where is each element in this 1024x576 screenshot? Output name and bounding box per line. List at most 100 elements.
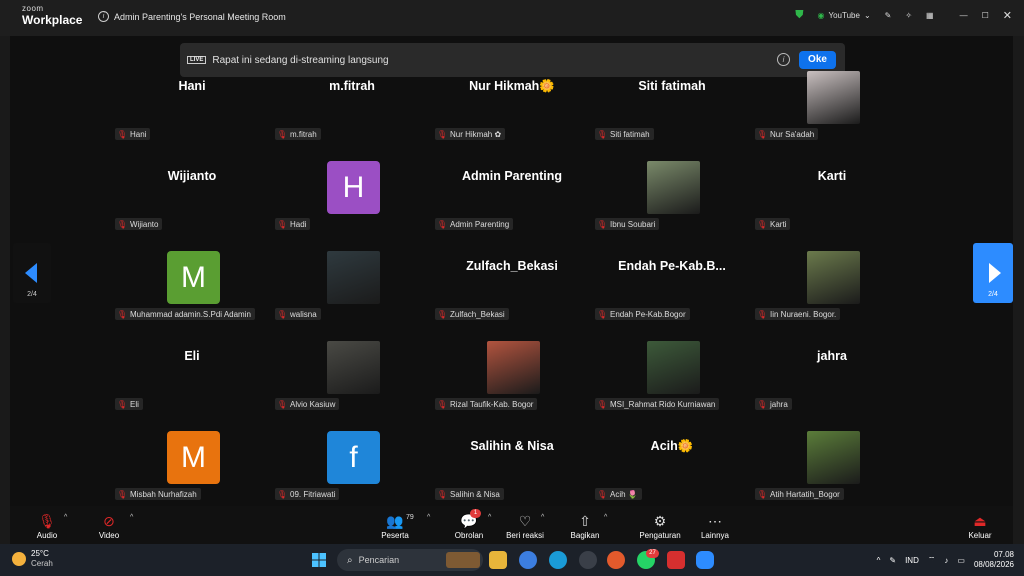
taskbar-search[interactable]: ⌕ Pencarian	[337, 549, 483, 571]
date: 08/08/2026	[973, 560, 1014, 569]
edge-icon[interactable]	[549, 551, 567, 569]
language-indicator[interactable]: IND	[905, 556, 919, 565]
participants-count: 79	[406, 514, 414, 521]
zoom-app-icon[interactable]	[696, 551, 714, 569]
maximize-button[interactable]: ☐	[982, 11, 989, 20]
next-page-button[interactable]: 2/4	[973, 243, 1013, 303]
close-button[interactable]: ✕	[1003, 9, 1012, 22]
audio-button[interactable]: 🎙 Audio	[33, 506, 61, 544]
participant-tile[interactable]: Salihin & Nisa 🎙 Salihin & Nisa	[432, 400, 592, 500]
gear-icon: ⚙	[653, 513, 667, 529]
volume-icon[interactable]: ♪	[944, 556, 948, 565]
participants-label: Peserta	[381, 531, 409, 540]
copilot-icon[interactable]	[519, 551, 537, 569]
participant-photo	[807, 251, 860, 304]
participant-tile[interactable]: f 🎙 09. Fitriawati	[272, 400, 432, 500]
participant-display-name: Acih🌼	[650, 439, 694, 453]
minimize-button[interactable]: —	[960, 11, 968, 20]
clock[interactable]: 07.08 08/08/2026	[974, 550, 1014, 570]
participant-name-label: 🎙 Atih Hartatih_Bogor	[755, 488, 844, 500]
participant-photo	[647, 341, 700, 394]
participant-display-name: Karti	[817, 169, 847, 183]
reactions-caret-icon[interactable]: ^	[541, 514, 544, 521]
participant-tile[interactable]: 🎙 Iin Nuraeni. Bogor.	[752, 220, 912, 320]
participant-tile[interactable]: M 🎙 Misbah Nurhafizah	[112, 400, 272, 500]
participant-tile[interactable]: m.fitrah 🎙 m.fitrah	[272, 40, 432, 140]
mic-muted-icon: 🎙	[597, 489, 608, 499]
arrow-right-icon	[989, 263, 1001, 283]
youtube-stream-button[interactable]: ◉ YouTube ⌄	[818, 11, 871, 20]
audio-caret-icon[interactable]: ^	[64, 514, 67, 521]
participant-name-label: 🎙 09. Fitriawati	[275, 488, 340, 500]
reactions-label: Beri reaksi	[506, 531, 544, 540]
participant-tile[interactable]: 🎙 Nur Sa'adah	[752, 40, 912, 140]
participant-tile[interactable]: Siti fatimah 🎙 Siti fatimah	[592, 40, 752, 140]
firefox-icon[interactable]	[607, 551, 625, 569]
file-explorer-icon[interactable]	[489, 551, 507, 569]
media-player-icon[interactable]	[579, 551, 597, 569]
pen-icon[interactable]: ✎	[889, 556, 896, 565]
participant-avatar: H	[327, 161, 380, 214]
participant-tile[interactable]: Karti 🎙 Karti	[752, 130, 912, 230]
participant-tile[interactable]: 🎙 Rizal Taufik-Kab. Bogor	[432, 310, 592, 410]
participant-tile[interactable]: Eli 🎙 Eli	[112, 310, 272, 410]
participant-display-name: Salihin & Nisa	[470, 439, 554, 453]
settings-button[interactable]: ⚙ Pengaturan	[638, 506, 682, 544]
youtube-label: YouTube	[828, 11, 860, 20]
participant-tile[interactable]: 🎙 Ibnu Soubari	[592, 130, 752, 230]
wifi-icon[interactable]: ⌔	[928, 555, 936, 565]
chevron-up-icon[interactable]: ^	[877, 556, 881, 565]
participant-tile[interactable]: 🎙 walisna	[272, 220, 432, 320]
mic-muted-icon: 🎙	[277, 489, 288, 499]
participant-tile[interactable]: H 🎙 Hadi	[272, 130, 432, 230]
broadcast-icon: ◉	[817, 11, 825, 20]
meeting-title-text: Admin Parenting's Personal Meeting Room	[114, 11, 286, 22]
participant-display-name: jahra	[817, 349, 847, 363]
meeting-title[interactable]: i Admin Parenting's Personal Meeting Roo…	[98, 11, 286, 22]
participant-display-name: Siti fatimah	[638, 79, 706, 93]
participant-name-text: Acih 🌷	[610, 489, 638, 499]
participant-tile[interactable]: 🎙 Atih Hartatih_Bogor	[752, 400, 912, 500]
participant-photo	[487, 341, 540, 394]
mic-muted-icon: 🎙	[38, 513, 56, 529]
battery-icon[interactable]: ▭	[957, 556, 965, 565]
windows-start-icon[interactable]	[310, 551, 328, 569]
shield-icon[interactable]: ⛊	[795, 9, 803, 22]
leave-button[interactable]: ⏏ Keluar	[962, 506, 998, 544]
title-bar: zoom Workplace i Admin Parenting's Perso…	[0, 0, 1024, 36]
info-icon[interactable]: i	[98, 11, 109, 22]
participants-button[interactable]: 👥 Peserta	[378, 506, 412, 544]
share-caret-icon[interactable]: ^	[604, 514, 607, 521]
chat-caret-icon[interactable]: ^	[488, 514, 491, 521]
participant-tile[interactable]: Nur Hikmah🌼 🎙 Nur Hikmah ✿	[432, 40, 592, 140]
participant-name-label: 🎙 Misbah Nurhafizah	[115, 488, 201, 500]
previous-page-button[interactable]: 2/4	[13, 243, 51, 303]
reactions-button[interactable]: ♡ Beri reaksi	[505, 506, 545, 544]
exit-icon: ⏏	[973, 513, 987, 529]
mic-muted-icon: 🎙	[437, 489, 448, 499]
participant-tile[interactable]: Wijianto 🎙 Wijianto	[112, 130, 272, 230]
participant-tile[interactable]: 🎙 MSI_Rahmat Rido Kurniawan	[592, 310, 752, 410]
weather-widget[interactable]: 25°C Cerah	[12, 549, 53, 569]
grid-view-icon[interactable]: ▦	[926, 11, 934, 20]
participant-tile[interactable]: jahra 🎙 jahra	[752, 310, 912, 410]
more-button[interactable]: ⋯ Lainnya	[698, 506, 732, 544]
participant-tile[interactable]: Zulfach_Bekasi 🎙 Zulfach_Bekasi	[432, 220, 592, 320]
wand-icon[interactable]: ✎	[885, 11, 892, 20]
participant-tile[interactable]: M 🎙 Muhammad adamin.S.Pdi Adamin	[112, 220, 272, 320]
participant-photo	[807, 431, 860, 484]
sparkle-icon[interactable]: ✧	[905, 11, 912, 20]
video-button[interactable]: ⊘ Video	[95, 506, 123, 544]
participant-tile[interactable]: Admin Parenting 🎙 Admin Parenting	[432, 130, 592, 230]
temperature: 25°C	[31, 549, 49, 558]
participant-tile[interactable]: Acih🌼 🎙 Acih 🌷	[592, 400, 752, 500]
participant-tile[interactable]: Endah Pe-Kab.B... 🎙 Endah Pe-Kab.Bogor	[592, 220, 752, 320]
participants-caret-icon[interactable]: ^	[427, 514, 430, 521]
participant-photo	[647, 161, 700, 214]
participant-tile[interactable]: Hani 🎙 Hani	[112, 40, 272, 140]
time: 07.08	[993, 550, 1014, 559]
share-button[interactable]: ⇧ Bagikan	[568, 506, 602, 544]
video-caret-icon[interactable]: ^	[130, 514, 133, 521]
wps-office-icon[interactable]	[667, 551, 685, 569]
participant-tile[interactable]: 🎙 Alvio Kasiuw	[272, 310, 432, 410]
